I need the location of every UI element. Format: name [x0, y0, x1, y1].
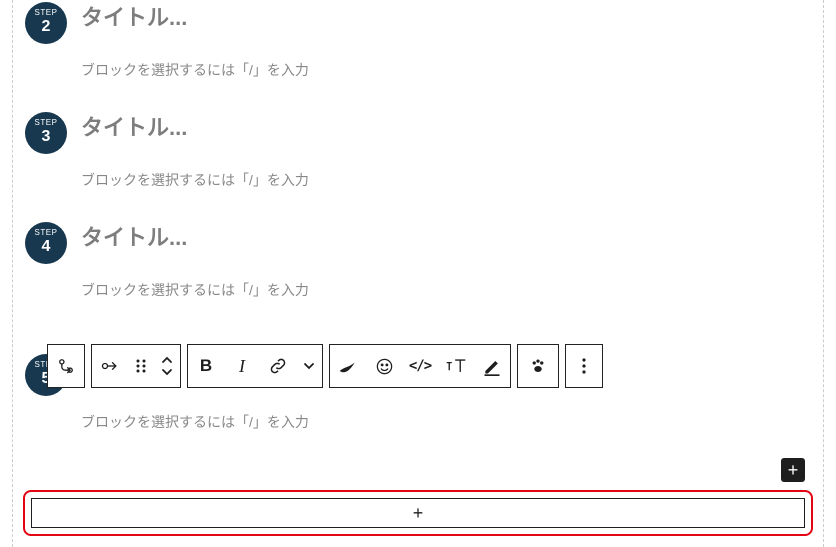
- step-badge-3: STEP 3: [25, 112, 67, 154]
- step-badge-4: STEP 4: [25, 222, 67, 264]
- step-badge-2: STEP 2: [25, 2, 67, 44]
- chevron-down-icon[interactable]: [296, 345, 322, 387]
- toolbar-group-transform: [47, 344, 85, 388]
- toolbar-group-paw: [517, 344, 559, 388]
- step-block-2[interactable]: STEP 2 タイトル... ブロックを選択するには「/」を入力: [13, 0, 823, 80]
- link-icon[interactable]: [260, 345, 296, 387]
- step-body-placeholder[interactable]: ブロックを選択するには「/」を入力: [81, 170, 811, 190]
- highlight-icon[interactable]: [474, 345, 510, 387]
- step-content: タイトル... ブロックを選択するには「/」を入力: [81, 0, 811, 80]
- drag-handle-icon[interactable]: [128, 345, 154, 387]
- appender-highlight: +: [23, 490, 813, 536]
- toolbar-group-extras: </>: [329, 344, 511, 388]
- paw-icon[interactable]: [518, 345, 558, 387]
- step-title-input[interactable]: タイトル...: [81, 220, 811, 252]
- toolbar-group-inline: B I: [187, 344, 323, 388]
- step-content: タイトル... ブロックを選択するには「/」を入力: [81, 110, 811, 190]
- step-title-input[interactable]: タイトル...: [81, 110, 811, 142]
- toolbar-group-more: [565, 344, 603, 388]
- more-options-icon[interactable]: [566, 345, 602, 387]
- step-number: 4: [42, 237, 51, 256]
- plus-icon: +: [413, 503, 424, 524]
- step-block-4[interactable]: STEP 4 タイトル... ブロックを選択するには「/」を入力: [13, 220, 823, 300]
- step-title-input[interactable]: タイトル...: [81, 0, 811, 32]
- step-body-placeholder[interactable]: ブロックを選択するには「/」を入力: [81, 280, 811, 300]
- step-content: タイトル... ブロックを選択するには「/」を入力: [81, 220, 811, 300]
- step-label: STEP: [35, 9, 58, 17]
- editor-area: STEP 2 タイトル... ブロックを選択するには「/」を入力 STEP 3 …: [12, 0, 824, 547]
- toolbar-group-movers: [91, 344, 181, 388]
- step-label: STEP: [35, 229, 58, 237]
- step-body-placeholder[interactable]: ブロックを選択するには「/」を入力: [81, 60, 811, 80]
- emoji-icon[interactable]: [366, 345, 402, 387]
- inline-inserter-button[interactable]: +: [781, 458, 805, 482]
- add-block-button[interactable]: +: [31, 498, 805, 528]
- step-number: 3: [42, 127, 51, 146]
- marker-icon[interactable]: [330, 345, 366, 387]
- step-block-3[interactable]: STEP 3 タイトル... ブロックを選択するには「/」を入力: [13, 110, 823, 190]
- step-number: 2: [42, 17, 51, 36]
- text-size-icon[interactable]: [438, 345, 474, 387]
- move-up-down-icon[interactable]: [154, 345, 180, 387]
- block-toolbar: B I: [47, 344, 603, 388]
- bold-button[interactable]: B: [188, 345, 224, 387]
- step-label: STEP: [35, 119, 58, 127]
- paragraph-icon[interactable]: [92, 345, 128, 387]
- plus-icon: +: [788, 460, 799, 481]
- code-button[interactable]: </>: [402, 345, 438, 387]
- italic-button[interactable]: I: [224, 345, 260, 387]
- block-type-icon[interactable]: [48, 345, 84, 387]
- step-body-placeholder[interactable]: ブロックを選択するには「/」を入力: [81, 412, 811, 432]
